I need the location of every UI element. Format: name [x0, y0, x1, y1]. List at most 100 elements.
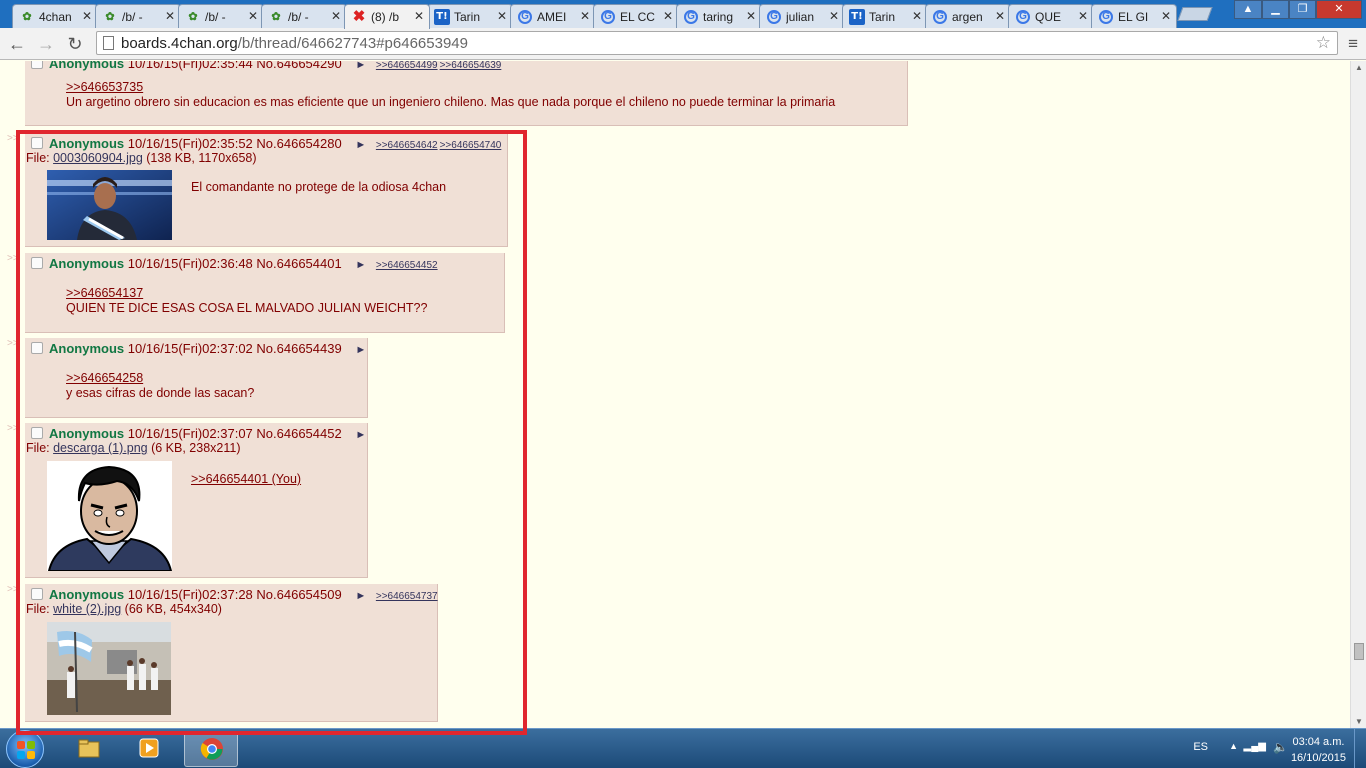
scrollbar-thumb[interactable]: [1354, 643, 1364, 660]
post-number[interactable]: No.646654401: [256, 256, 341, 271]
show-desktop-button[interactable]: [1354, 729, 1366, 768]
tab-google-4[interactable]: G julian ✕: [759, 4, 845, 28]
close-tab-icon[interactable]: ✕: [248, 9, 258, 23]
post-menu-icon[interactable]: ►: [355, 344, 366, 356]
post-menu-icon[interactable]: ►: [355, 259, 366, 271]
post-menu-icon[interactable]: ►: [355, 590, 366, 602]
post-datetime: 10/16/15(Fri)02:37:28: [127, 587, 253, 602]
file-link[interactable]: descarga (1).png: [53, 441, 148, 455]
tab-google-6[interactable]: G QUE ✕: [1008, 4, 1094, 28]
quote-link[interactable]: >>646654137: [66, 286, 143, 300]
post-menu-icon[interactable]: ►: [355, 61, 366, 71]
post-checkbox[interactable]: [31, 427, 43, 439]
post-checkbox[interactable]: [31, 61, 43, 69]
close-window-button[interactable]: ✕: [1316, 0, 1362, 19]
post-checkbox[interactable]: [31, 137, 43, 149]
scroll-up-icon[interactable]: ▲: [1355, 63, 1363, 72]
file-link[interactable]: white (2).jpg: [53, 602, 121, 616]
post-number[interactable]: No.646654509: [256, 587, 341, 602]
post-number[interactable]: No.646654280: [256, 136, 341, 151]
tab-b-3[interactable]: ✿ /b/ - ✕: [261, 4, 347, 28]
backlink[interactable]: >>646654740: [440, 140, 502, 151]
tab-google-1[interactable]: G AMEI ✕: [510, 4, 596, 28]
file-info: File: white (2).jpg (66 KB, 454x340): [26, 602, 222, 616]
media-player-icon: [139, 738, 159, 758]
post-thumbnail[interactable]: [47, 622, 171, 715]
close-tab-icon[interactable]: ✕: [663, 9, 673, 23]
close-tab-icon[interactable]: ✕: [165, 9, 175, 23]
tray-overflow-icon[interactable]: ▲: [1229, 741, 1238, 751]
taskbar-media-player[interactable]: [122, 731, 176, 767]
post-thumbnail[interactable]: [47, 170, 172, 240]
tab-taringa-1[interactable]: T! Tarin ✕: [427, 4, 513, 28]
backlink[interactable]: >>646654499: [376, 61, 438, 71]
tab-label: AMEI: [537, 10, 567, 24]
tab-b-1[interactable]: ✿ /b/ - ✕: [95, 4, 181, 28]
post-checkbox[interactable]: [31, 342, 43, 354]
post-menu-icon[interactable]: ►: [355, 139, 366, 151]
tab-label: /b/ -: [205, 10, 226, 24]
backlink[interactable]: >>646654737: [376, 591, 438, 602]
backlink[interactable]: >>646654642: [376, 140, 438, 151]
tab-taringa-2[interactable]: T! Tarin ✕: [842, 4, 928, 28]
post-message: El comandante no protege de la odiosa 4c…: [191, 180, 447, 194]
quote-link[interactable]: >>646654401 (You): [191, 472, 301, 486]
clock[interactable]: 03:04 a.m. 16/10/2015: [1291, 734, 1346, 766]
post-menu-icon[interactable]: ►: [355, 429, 366, 441]
quote-link[interactable]: >>646654258: [66, 371, 143, 385]
close-tab-icon[interactable]: ✕: [497, 9, 507, 23]
close-tab-icon[interactable]: ✕: [912, 9, 922, 23]
close-tab-icon[interactable]: ✕: [580, 9, 590, 23]
tab-4chan[interactable]: ✿ 4chan ✕: [12, 4, 98, 28]
quote-link[interactable]: >>646653735: [66, 80, 143, 94]
post-thumbnail[interactable]: [47, 461, 172, 571]
post-checkbox[interactable]: [31, 588, 43, 600]
post-checkbox[interactable]: [31, 257, 43, 269]
back-button[interactable]: ←: [6, 33, 28, 55]
close-tab-icon[interactable]: ✕: [1161, 9, 1171, 23]
reload-button[interactable]: ↻: [64, 33, 86, 55]
file-info: File: descarga (1).png (6 KB, 238x211): [26, 441, 241, 455]
backlink[interactable]: >>646654639: [440, 61, 502, 71]
tab-active-thread[interactable]: ✖ (8) /b ✕: [344, 4, 430, 29]
close-tab-icon[interactable]: ✕: [829, 9, 839, 23]
close-tab-icon[interactable]: ✕: [414, 9, 424, 23]
bookmark-star-icon[interactable]: ☆: [1316, 33, 1331, 53]
taskbar-chrome[interactable]: [184, 731, 238, 767]
google-icon: G: [684, 10, 698, 24]
close-tab-icon[interactable]: ✕: [331, 9, 341, 23]
page-scrollbar[interactable]: ▲ ▼: [1350, 61, 1366, 728]
address-bar[interactable]: boards.4chan.org/b/thread/646627743#p646…: [96, 31, 1338, 55]
backlink[interactable]: >>646654452: [376, 260, 438, 271]
scroll-down-icon[interactable]: ▼: [1355, 717, 1363, 726]
maximize-button[interactable]: ❐: [1289, 0, 1316, 19]
tab-google-5[interactable]: G argen ✕: [925, 4, 1011, 28]
unread-x-icon: ✖: [352, 8, 366, 25]
language-indicator[interactable]: ES: [1193, 741, 1208, 753]
start-button[interactable]: [6, 730, 44, 768]
network-signal-icon[interactable]: ▂▄▆: [1244, 741, 1266, 752]
minimize-button[interactable]: ▁: [1262, 0, 1289, 19]
taskbar-explorer[interactable]: [62, 731, 116, 767]
poster-name: Anonymous: [49, 61, 125, 71]
tab-b-2[interactable]: ✿ /b/ - ✕: [178, 4, 264, 28]
volume-icon[interactable]: 🔈: [1273, 740, 1288, 754]
close-tab-icon[interactable]: ✕: [995, 9, 1005, 23]
close-tab-icon[interactable]: ✕: [82, 9, 92, 23]
tab-google-2[interactable]: G EL CC ✕: [593, 4, 679, 28]
chrome-menu-icon[interactable]: ≡: [1348, 34, 1358, 54]
post-number[interactable]: No.646654452: [256, 426, 341, 441]
new-tab-button[interactable]: [1177, 7, 1213, 21]
google-icon: G: [933, 10, 947, 24]
close-tab-icon[interactable]: ✕: [1078, 9, 1088, 23]
user-icon[interactable]: ▲: [1234, 0, 1262, 19]
tab-google-3[interactable]: G taring ✕: [676, 4, 762, 28]
forward-button[interactable]: →: [35, 33, 57, 55]
post-number[interactable]: No.646654290: [256, 61, 341, 71]
post-number[interactable]: No.646654439: [256, 341, 341, 356]
side-arrow: >>: [7, 584, 19, 595]
close-tab-icon[interactable]: ✕: [746, 9, 756, 23]
file-link[interactable]: 0003060904.jpg: [53, 151, 143, 165]
tab-google-7[interactable]: G EL GI ✕: [1091, 4, 1177, 28]
thread-page: Anonymous 10/16/15(Fri)02:35:44 No.64665…: [0, 61, 1350, 728]
